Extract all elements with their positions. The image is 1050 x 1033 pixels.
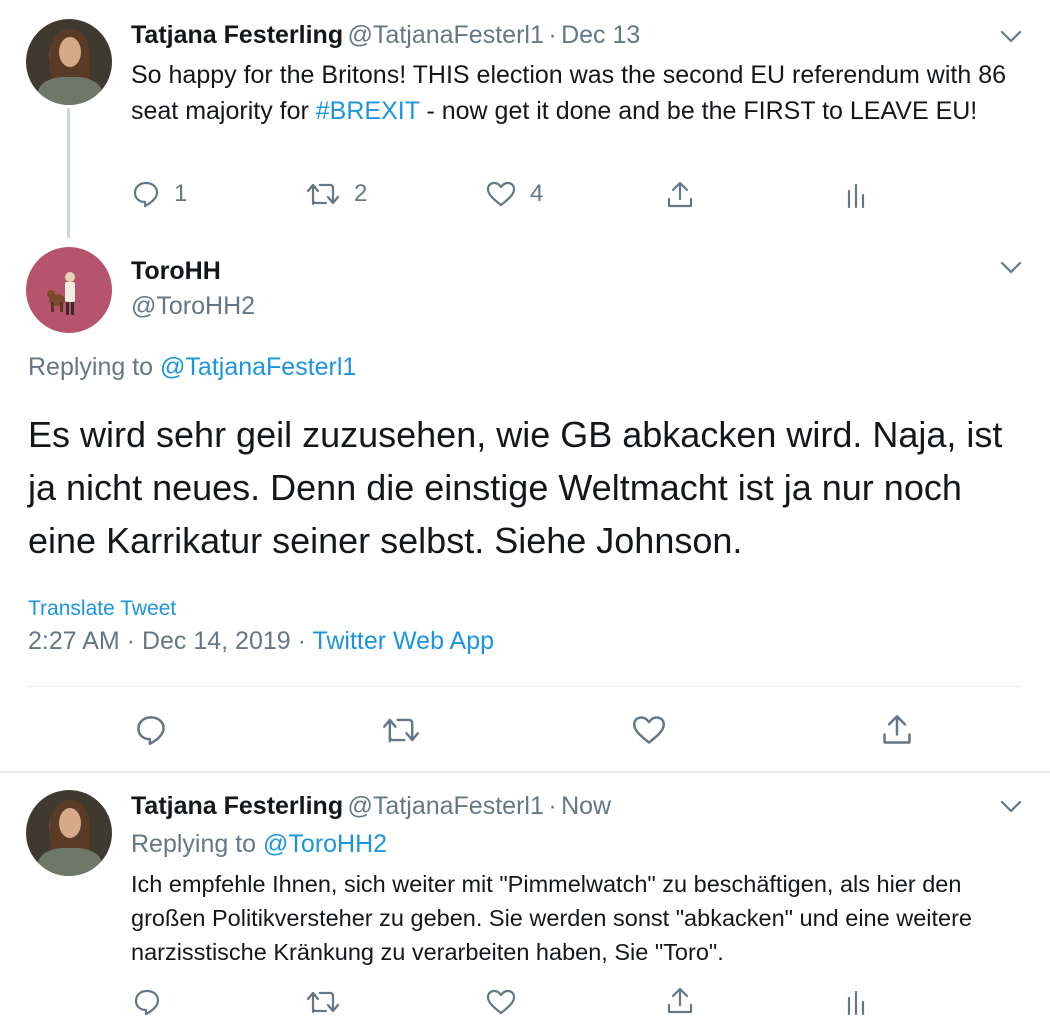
like-button[interactable]	[632, 714, 666, 746]
source-link[interactable]: Twitter Web App	[312, 627, 494, 655]
share-button[interactable]	[665, 986, 695, 1016]
like-icon	[486, 180, 516, 208]
share-button[interactable]	[665, 180, 695, 210]
author-handle[interactable]: @TatjanaFesterl1	[348, 792, 544, 820]
chevron-down-icon[interactable]	[1000, 30, 1022, 44]
retweet-button[interactable]: 2	[306, 180, 367, 208]
hashtag-link[interactable]: #BREXIT	[316, 97, 420, 125]
tweet-3-header: Tatjana Festerling @TatjanaFesterl1 · No…	[131, 792, 611, 821]
retweet-count: 2	[354, 180, 368, 207]
chevron-down-icon[interactable]	[1000, 800, 1022, 814]
reply-icon	[132, 180, 160, 208]
avatar-tatjana[interactable]	[26, 790, 112, 876]
analytics-button[interactable]	[845, 181, 867, 209]
author-handle[interactable]: @TatjanaFesterl1	[348, 21, 544, 49]
reply-count: 1	[174, 180, 188, 207]
like-icon	[486, 988, 516, 1016]
reply-button[interactable]: 1	[132, 180, 187, 208]
text-part-2: - now get it done and be the FIRST to LE…	[419, 97, 978, 125]
avatar-shirt	[38, 77, 102, 105]
divider	[26, 686, 1022, 687]
retweet-icon	[306, 988, 340, 1016]
tweet-time[interactable]: Dec 13	[561, 21, 640, 49]
author-name[interactable]: Tatjana Festerling	[131, 21, 343, 49]
retweet-icon	[306, 180, 340, 208]
chevron-down-icon[interactable]	[1000, 261, 1022, 275]
avatar-shirt	[38, 848, 102, 876]
tweet-1-text: So happy for the Britons! THIS election …	[131, 57, 1011, 129]
share-icon	[880, 713, 914, 747]
avatar-face	[59, 808, 81, 838]
tweet-2-text: Es wird sehr geil zuzusehen, wie GB abka…	[28, 414, 1003, 561]
tweet-3-text: Ich empfehle Ihnen, sich weiter mit "Pim…	[131, 871, 972, 965]
avatar-toro-figure	[47, 272, 75, 315]
replying-prefix: Replying to	[28, 353, 161, 381]
tweet-timestamp[interactable]: 2:27 AM · Dec 14, 2019	[28, 627, 291, 655]
reply-button[interactable]	[133, 988, 161, 1016]
reply-button[interactable]	[135, 714, 167, 746]
avatar-tatjana[interactable]	[26, 19, 112, 105]
tweet-1-header: Tatjana Festerling @TatjanaFesterl1 · De…	[131, 21, 640, 50]
separator: ·	[548, 21, 557, 49]
author-name[interactable]: ToroHH	[131, 257, 221, 286]
analytics-icon	[845, 988, 867, 1016]
separator: ·	[548, 792, 557, 820]
like-button[interactable]: 4	[486, 180, 543, 208]
separator: ·	[297, 627, 306, 655]
like-icon	[632, 714, 666, 746]
replying-to: Replying to @ToroHH2	[131, 830, 387, 859]
thread-line	[67, 108, 70, 238]
translate-tweet-link[interactable]: Translate Tweet	[28, 597, 176, 621]
reply-icon	[133, 988, 161, 1016]
replying-prefix: Replying to	[131, 830, 264, 858]
avatar-face	[59, 37, 81, 67]
reply-icon	[135, 714, 167, 746]
avatar-toro[interactable]	[26, 247, 112, 333]
retweet-button[interactable]	[382, 714, 420, 746]
replying-to-link[interactable]: @TatjanaFesterl1	[160, 353, 356, 381]
tweet-time[interactable]: Now	[561, 792, 611, 820]
share-button[interactable]	[880, 713, 914, 747]
retweet-icon	[382, 714, 420, 746]
analytics-button[interactable]	[845, 988, 867, 1016]
author-handle[interactable]: @ToroHH2	[131, 292, 255, 321]
author-name[interactable]: Tatjana Festerling	[131, 792, 343, 820]
section-divider	[0, 771, 1050, 773]
analytics-icon	[845, 181, 867, 209]
tweet-meta: 2:27 AM · Dec 14, 2019 · Twitter Web App	[28, 627, 494, 656]
like-count: 4	[530, 180, 544, 207]
retweet-button[interactable]	[306, 988, 340, 1016]
replying-to: Replying to @TatjanaFesterl1	[28, 353, 356, 382]
share-icon	[665, 986, 695, 1016]
share-icon	[665, 180, 695, 210]
like-button[interactable]	[486, 988, 516, 1016]
replying-to-link[interactable]: @ToroHH2	[263, 830, 387, 858]
